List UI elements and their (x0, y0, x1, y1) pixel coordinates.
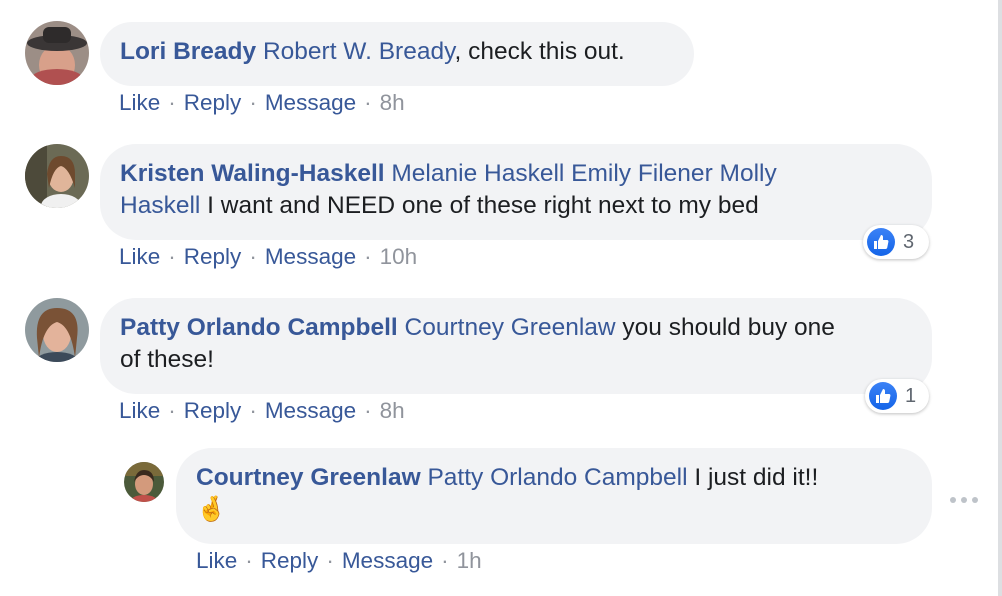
timestamp[interactable]: 8h (380, 398, 405, 423)
separator: · (364, 90, 372, 115)
mention-link[interactable]: Emily Filener (571, 160, 713, 187)
separator: · (364, 398, 372, 423)
separator: · (249, 244, 257, 269)
reply-link[interactable]: Reply (184, 244, 242, 269)
comment-bubble: Patty Orlando Campbell Courtney Greenlaw… (100, 298, 932, 394)
comment-text: of these! (120, 346, 214, 373)
comment-text: I want and NEED one of these right next … (200, 192, 759, 219)
separator: · (364, 244, 372, 269)
panel-edge (998, 0, 1002, 596)
more-options-icon[interactable] (950, 490, 978, 510)
reaction-count[interactable]: 3 (863, 225, 929, 259)
like-link[interactable]: Like (119, 244, 160, 269)
like-link[interactable]: Like (119, 90, 160, 115)
message-link[interactable]: Message (265, 90, 356, 115)
thumbs-up-icon (867, 228, 895, 256)
separator: · (168, 398, 176, 423)
separator: · (245, 548, 253, 573)
separator: · (168, 90, 176, 115)
comment-actions: Like · Reply · Message · 8h (119, 398, 405, 424)
comment-author[interactable]: Lori Bready (120, 38, 256, 65)
separator: · (249, 398, 257, 423)
reply-link[interactable]: Reply (184, 90, 242, 115)
reaction-count[interactable]: 1 (865, 379, 929, 413)
reaction-number: 3 (903, 230, 915, 253)
avatar[interactable] (25, 144, 89, 208)
comment-bubble: Kristen Waling-Haskell Melanie Haskell E… (100, 144, 932, 240)
like-link[interactable]: Like (119, 398, 160, 423)
separator: · (326, 548, 334, 573)
thumbs-up-icon (869, 382, 897, 410)
comment-author[interactable]: Kristen Waling-Haskell (120, 160, 385, 187)
separator: · (249, 90, 257, 115)
message-link[interactable]: Message (265, 398, 356, 423)
comment-text: I just did it!! (687, 464, 819, 491)
message-link[interactable]: Message (342, 548, 433, 573)
comment-bubble: Lori Bready Robert W. Bready, check this… (100, 22, 694, 86)
mention-link[interactable]: Molly (720, 160, 777, 187)
reply-link[interactable]: Reply (184, 398, 242, 423)
avatar[interactable] (25, 298, 89, 362)
timestamp[interactable]: 8h (380, 90, 405, 115)
avatar[interactable] (124, 462, 164, 502)
avatar[interactable] (25, 21, 89, 85)
comment-author[interactable]: Courtney Greenlaw (196, 464, 421, 491)
comment-actions: Like · Reply · Message · 10h (119, 244, 417, 270)
comment-bubble: Courtney Greenlaw Patty Orlando Campbell… (176, 448, 932, 544)
comment-text: , check this out. (454, 38, 625, 65)
reaction-number: 1 (905, 384, 917, 407)
reply-link[interactable]: Reply (261, 548, 319, 573)
mention-link[interactable]: Haskell (120, 192, 200, 219)
separator: · (441, 548, 449, 573)
separator: · (168, 244, 176, 269)
like-link[interactable]: Like (196, 548, 237, 573)
comment-actions: Like · Reply · Message · 8h (119, 90, 405, 116)
timestamp[interactable]: 1h (457, 548, 482, 573)
crossed-fingers-emoji: 🤞 (196, 496, 227, 523)
comment-author[interactable]: Patty Orlando Campbell (120, 314, 398, 341)
comment-text: you should buy one (615, 314, 835, 341)
mention-link[interactable]: Patty Orlando Campbell (427, 464, 687, 491)
mention-link[interactable]: Robert W. Bready (263, 38, 455, 65)
mention-link[interactable]: Melanie Haskell (391, 160, 564, 187)
timestamp[interactable]: 10h (380, 244, 418, 269)
comment-actions: Like · Reply · Message · 1h (196, 548, 482, 574)
mention-link[interactable]: Courtney Greenlaw (405, 314, 616, 341)
message-link[interactable]: Message (265, 244, 356, 269)
